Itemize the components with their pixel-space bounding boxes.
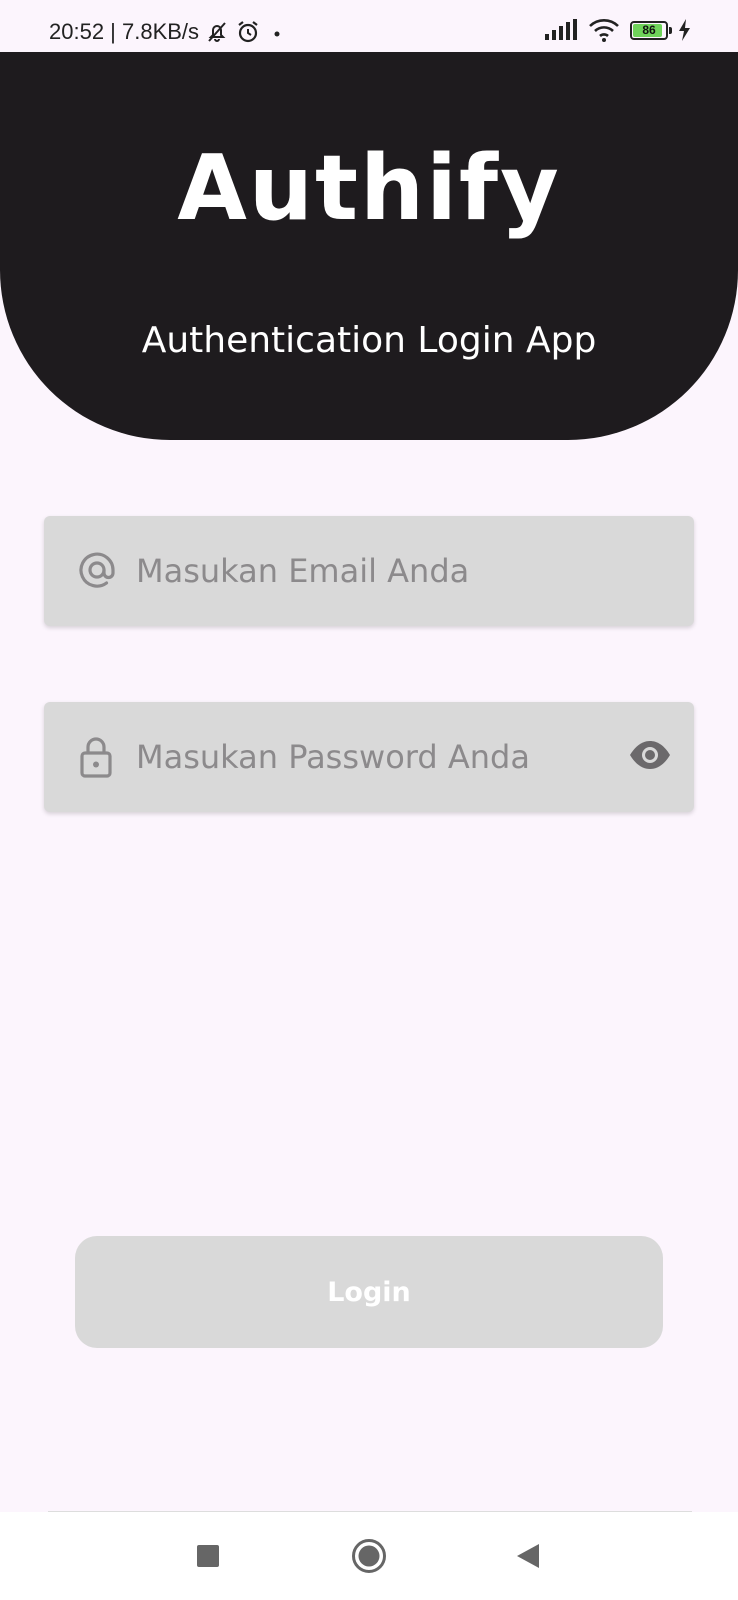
email-input[interactable] [136, 516, 606, 626]
signal-icon [545, 19, 577, 40]
alarm-icon [238, 21, 258, 43]
home-button[interactable] [319, 1512, 419, 1600]
charging-icon [679, 19, 690, 41]
wifi-icon [589, 19, 619, 42]
system-nav-bar [0, 1512, 738, 1600]
status-bar: 20:52 | 7.8KB/s 86 [0, 0, 738, 52]
status-time-speed: 20:52 | 7.8KB/s [49, 19, 200, 44]
email-field[interactable] [44, 516, 694, 626]
recents-square-icon [197, 1545, 219, 1567]
recents-button[interactable] [158, 1512, 258, 1600]
login-button[interactable]: Login [75, 1236, 663, 1348]
back-button[interactable] [478, 1512, 578, 1600]
eye-icon[interactable] [628, 739, 672, 771]
password-field[interactable] [44, 702, 694, 812]
status-left: 20:52 | 7.8KB/s [49, 18, 287, 46]
home-circle-icon [352, 1539, 386, 1573]
lock-icon [80, 737, 112, 778]
dot-icon [274, 31, 280, 37]
app-subtitle: Authentication Login App [141, 320, 597, 361]
password-input[interactable] [136, 702, 606, 812]
header-banner: Authify Authentication Login App [0, 52, 738, 440]
status-right: 86 [544, 18, 692, 42]
back-triangle-icon [517, 1544, 539, 1568]
battery-level: 86 [642, 23, 656, 37]
mute-bell-icon [208, 22, 226, 42]
battery-icon: 86 [630, 20, 672, 40]
at-sign-icon [79, 552, 115, 588]
app-title: Authify [177, 136, 561, 241]
